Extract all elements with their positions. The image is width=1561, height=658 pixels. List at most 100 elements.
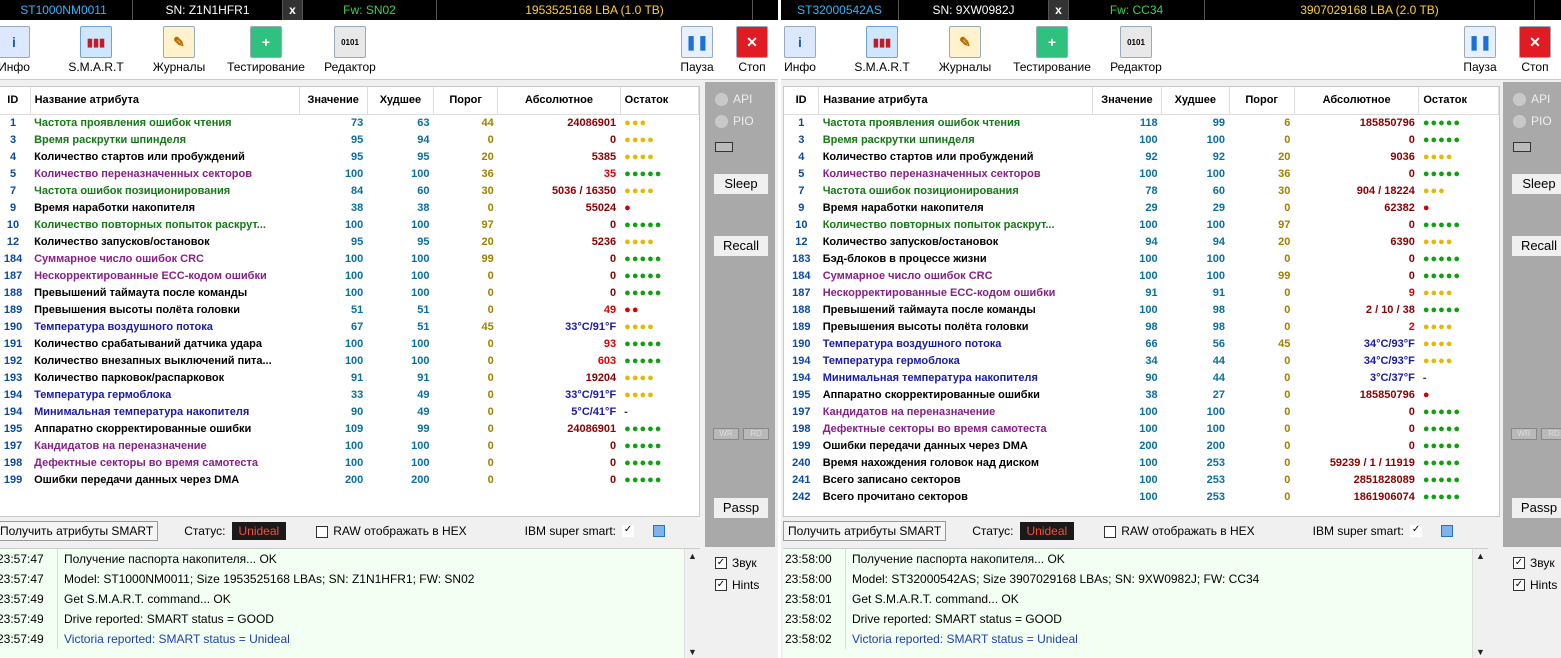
table-row[interactable]: 199 Ошибки передачи данных через DMA 200 20… — [784, 438, 1499, 455]
table-row[interactable]: 190 Температура воздушного потока 66 56 45 34… — [784, 336, 1499, 353]
smart-attributes-table[interactable]: ID Название атрибута Значение Худшее Пор… — [0, 86, 700, 517]
table-row[interactable]: 240 Время нахождения головок над диском 10… — [784, 455, 1499, 472]
info-button[interactable]: i Инфо — [781, 26, 819, 74]
scroll-down-icon[interactable]: ▼ — [685, 647, 700, 657]
wr-button[interactable]: WR — [713, 428, 739, 440]
col-threshold[interactable]: Порог — [1229, 87, 1295, 115]
table-row[interactable]: 195 Аппаратно скорректированные ошибки 109… — [0, 421, 699, 438]
col-raw[interactable]: Абсолютное — [497, 87, 621, 115]
raw-hex-checkbox[interactable]: RAW отображать в HEX — [316, 524, 467, 538]
logs-button[interactable]: ✎ Журналы — [934, 26, 996, 74]
table-row[interactable]: 183 Бэд-блоков в процессе жизни 100 100 0 0 ●●… — [784, 251, 1499, 268]
col-remaining[interactable]: Остаток — [1418, 87, 1499, 115]
col-worst[interactable]: Худшее — [367, 87, 435, 115]
editor-button[interactable]: 0101 Редактор — [321, 26, 379, 74]
table-row[interactable]: 195 Аппаратно скорректированные ошибки 38 2… — [784, 387, 1499, 404]
table-row[interactable]: 194 Минимальная температура накопителя 90 4… — [0, 404, 699, 421]
table-row[interactable]: 1 Частота проявления ошибок чтения 73 63 44 2… — [0, 114, 699, 132]
passp-button[interactable]: Passp — [713, 497, 769, 519]
col-id[interactable]: ID — [0, 87, 31, 115]
rd-button[interactable]: RD — [743, 428, 769, 440]
table-row[interactable]: 10 Количество повторных попыток раскрут..… — [784, 217, 1499, 234]
table-row[interactable]: 193 Количество парковок/распарковок 91 91 0 1… — [0, 370, 699, 387]
rd-button[interactable]: RD — [1541, 428, 1561, 440]
table-row[interactable]: 197 Кандидатов на переназначение 100 100 0 0 ●… — [784, 404, 1499, 421]
table-row[interactable]: 188 Превышений таймаута после команды 100 9… — [784, 302, 1499, 319]
pause-button[interactable]: ❚❚ Пауза — [1457, 26, 1503, 74]
smart-attributes-table[interactable]: ID Название атрибута Значение Худшее Пор… — [783, 86, 1500, 517]
table-row[interactable]: 199 Ошибки передачи данных через DMA 200 20… — [0, 472, 699, 489]
table-row[interactable]: 7 Частота ошибок позиционирования 84 60 30 50… — [0, 183, 699, 200]
smart-button[interactable]: ▮▮▮ S.M.A.R.T — [65, 26, 127, 74]
table-row[interactable]: 189 Превышения высоты полёта головки 98 98 0… — [784, 319, 1499, 336]
table-row[interactable]: 198 Дефектные секторы во время самотеста 1… — [0, 455, 699, 472]
stop-button[interactable]: ✕ Стоп — [732, 26, 772, 74]
log-scrollbar[interactable]: ▲ ▼ — [684, 549, 700, 658]
col-worst[interactable]: Худшее — [1161, 87, 1230, 115]
table-row[interactable]: 190 Температура воздушного потока 67 51 45 33… — [0, 319, 699, 336]
testing-button[interactable]: + Тестирование — [225, 26, 307, 74]
col-raw[interactable]: Абсолютное — [1294, 87, 1420, 115]
testing-button[interactable]: + Тестирование — [1011, 26, 1093, 74]
table-row[interactable]: 3 Время раскрутки шпинделя 95 94 0 0 ●●●● — [0, 132, 699, 149]
table-row[interactable]: 4 Количество стартов или пробуждений 92 92 2… — [784, 149, 1499, 166]
color-square-icon[interactable] — [1441, 525, 1454, 537]
smart-button[interactable]: ▮▮▮ S.M.A.R.T — [851, 26, 913, 74]
hints-checkbox[interactable]: ✓ Hints — [715, 578, 759, 592]
scroll-down-icon[interactable]: ▼ — [1473, 647, 1488, 657]
table-row[interactable]: 191 Количество срабатываний датчика удара… — [0, 336, 699, 353]
hints-checkbox[interactable]: ✓ Hints — [1513, 578, 1557, 592]
get-smart-button[interactable]: Получить атрибуты SMART — [0, 521, 159, 541]
col-name[interactable]: Название атрибута — [818, 87, 1093, 115]
table-row[interactable]: 197 Кандидатов на переназначение 100 100 0 0 ●… — [0, 438, 699, 455]
table-row[interactable]: 4 Количество стартов или пробуждений 95 95 2… — [0, 149, 699, 166]
table-row[interactable]: 194 Температура гермоблока 33 49 0 33°C/91°F ●… — [0, 387, 699, 404]
raw-hex-checkbox[interactable]: RAW отображать в HEX — [1104, 524, 1255, 538]
ibm-checkbox[interactable]: ✓ — [622, 525, 635, 537]
table-row[interactable]: 194 Температура гермоблока 34 44 0 34°C/93°F ●… — [784, 353, 1499, 370]
color-square-icon[interactable] — [653, 525, 666, 537]
table-row[interactable]: 184 Суммарное число ошибок CRC 100 100 99 0 ●●… — [784, 268, 1499, 285]
log-scrollbar[interactable]: ▲ ▼ — [1472, 549, 1488, 658]
pio-radio[interactable]: PIO — [715, 114, 754, 128]
col-threshold[interactable]: Порог — [433, 87, 499, 115]
scroll-up-icon[interactable]: ▲ — [1473, 551, 1488, 561]
wr-button[interactable]: WR — [1511, 428, 1537, 440]
table-row[interactable]: 5 Количество переназначенных секторов 100 1… — [784, 166, 1499, 183]
col-remaining[interactable]: Остаток — [620, 87, 699, 115]
sleep-button[interactable]: Sleep — [713, 173, 769, 195]
table-row[interactable]: 241 Всего записано секторов 100 253 0 2851828… — [784, 472, 1499, 489]
stop-button[interactable]: ✕ Стоп — [1515, 26, 1555, 74]
recall-button[interactable]: Recall — [1511, 235, 1561, 257]
table-row[interactable]: 184 Суммарное число ошибок CRC 100 100 99 0 ●●… — [0, 251, 699, 268]
pio-radio[interactable]: PIO — [1513, 114, 1552, 128]
table-row[interactable]: 192 Количество внезапных выключений пита.… — [0, 353, 699, 370]
col-value[interactable]: Значение — [299, 87, 368, 115]
scroll-up-icon[interactable]: ▲ — [685, 551, 700, 561]
info-button[interactable]: i Инфо — [0, 26, 33, 74]
sound-checkbox[interactable]: ✓ Звук — [1513, 556, 1555, 570]
api-radio[interactable]: API — [1513, 92, 1550, 106]
table-row[interactable]: 188 Превышений таймаута после команды 100 1… — [0, 285, 699, 302]
sound-checkbox[interactable]: ✓ Звук — [715, 556, 757, 570]
table-row[interactable]: 3 Время раскрутки шпинделя 100 100 0 0 ●●●●● — [784, 132, 1499, 149]
table-row[interactable]: 7 Частота ошибок позиционирования 78 60 30 90… — [784, 183, 1499, 200]
table-row[interactable]: 5 Количество переназначенных секторов 100 1… — [0, 166, 699, 183]
table-row[interactable]: 10 Количество повторных попыток раскрут..… — [0, 217, 699, 234]
ibm-checkbox[interactable]: ✓ — [1410, 525, 1423, 537]
close-drive-button[interactable]: x — [1049, 0, 1069, 20]
pause-button[interactable]: ❚❚ Пауза — [674, 26, 720, 74]
logs-button[interactable]: ✎ Журналы — [148, 26, 210, 74]
col-id[interactable]: ID — [784, 87, 820, 115]
table-row[interactable]: 9 Время наработки накопителя 38 38 0 55024 ● — [0, 200, 699, 217]
recall-button[interactable]: Recall — [713, 235, 769, 257]
table-row[interactable]: 187 Нескорректированные ECC-кодом ошибки 9… — [784, 285, 1499, 302]
close-drive-button[interactable]: x — [283, 0, 303, 20]
table-row[interactable]: 12 Количество запусков/остановок 95 95 20 523… — [0, 234, 699, 251]
sleep-button[interactable]: Sleep — [1511, 173, 1561, 195]
table-row[interactable]: 242 Всего прочитано секторов 100 253 0 186190… — [784, 489, 1499, 506]
table-row[interactable]: 12 Количество запусков/остановок 94 94 20 639… — [784, 234, 1499, 251]
table-row[interactable]: 1 Частота проявления ошибок чтения 118 99 6 1… — [784, 114, 1499, 132]
api-radio[interactable]: API — [715, 92, 752, 106]
get-smart-button[interactable]: Получить атрибуты SMART — [783, 521, 947, 541]
